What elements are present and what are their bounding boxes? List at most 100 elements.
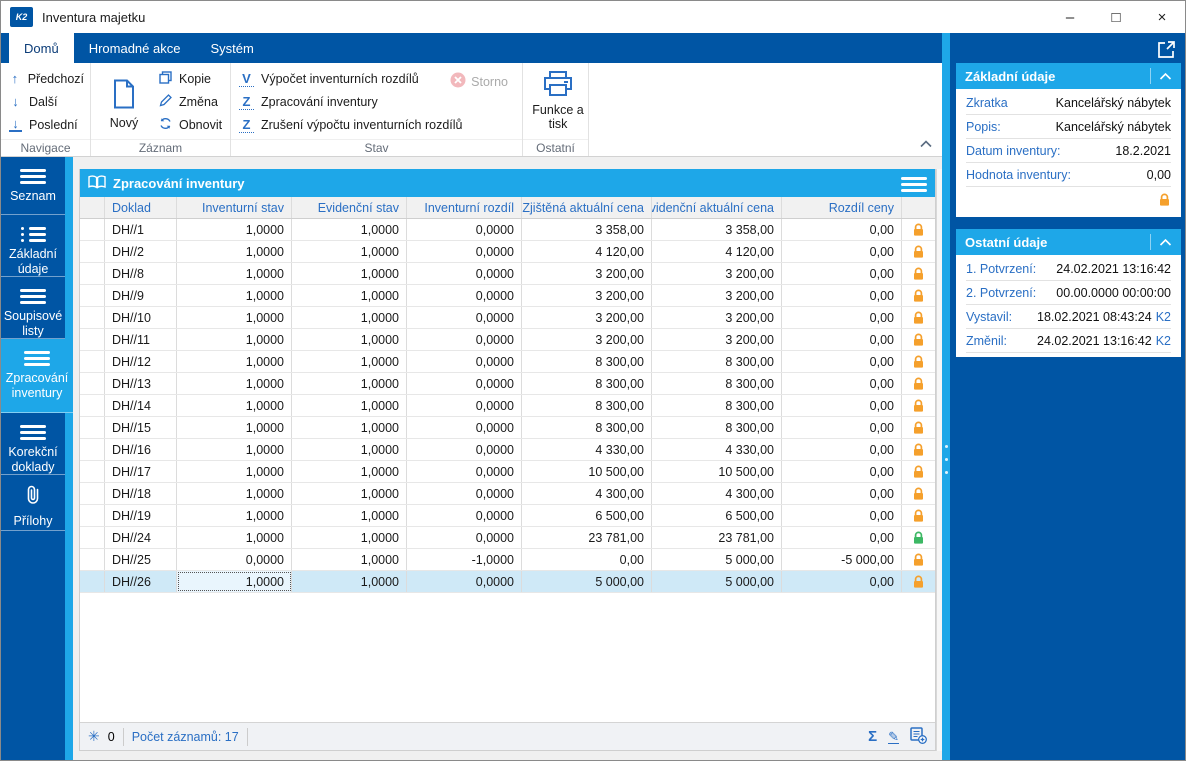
row-selector[interactable] (80, 483, 105, 504)
cell-zjistena-aktualni-cena[interactable]: 4 120,00 (522, 241, 652, 262)
cell-doklad[interactable]: DH//2 (105, 241, 177, 262)
cell-evidencni-aktualni-cena[interactable]: 6 500,00 (652, 505, 782, 526)
field-hodnota-inventury[interactable]: Hodnota inventury:0,00 (966, 163, 1171, 187)
column-header-inventurni-stav[interactable]: Inventurní stav (177, 197, 292, 218)
cell-doklad[interactable]: DH//19 (105, 505, 177, 526)
row-selector[interactable] (80, 241, 105, 262)
section-header[interactable]: Základní údaje (956, 63, 1181, 89)
edit-record-icon[interactable]: ✎ (888, 730, 899, 744)
row-selector[interactable] (80, 285, 105, 306)
refresh-button[interactable]: Obnovit (159, 113, 222, 136)
row-selector[interactable] (80, 351, 105, 372)
cell-inventurni-stav[interactable]: 1,0000 (177, 439, 292, 460)
row-selector[interactable] (80, 527, 105, 548)
table-row[interactable]: DH//250,00001,0000-1,00000,005 000,00-5 … (80, 549, 935, 571)
zruseni-vypoctu-button[interactable]: Z Zrušení výpočtu inventurních rozdílů (239, 113, 516, 136)
cell-inventurni-rozdil[interactable]: 0,0000 (407, 483, 522, 504)
cell-zjistena-aktualni-cena[interactable]: 8 300,00 (522, 351, 652, 372)
cell-evidencni-stav[interactable]: 1,0000 (292, 329, 407, 350)
row-selector[interactable] (80, 571, 105, 592)
cell-doklad[interactable]: DH//14 (105, 395, 177, 416)
cell-inventurni-rozdil[interactable]: 0,0000 (407, 351, 522, 372)
cell-zjistena-aktualni-cena[interactable]: 8 300,00 (522, 417, 652, 438)
cell-evidencni-stav[interactable]: 1,0000 (292, 307, 407, 328)
cell-inventurni-rozdil[interactable]: 0,0000 (407, 241, 522, 262)
cell-evidencni-stav[interactable]: 1,0000 (292, 505, 407, 526)
sidebar-item-prilohy[interactable]: Přílohy (1, 475, 65, 531)
close-button[interactable]: × (1139, 1, 1185, 33)
cell-rozdil-ceny[interactable]: 0,00 (782, 263, 902, 284)
cell-inventurni-stav[interactable]: 1,0000 (177, 307, 292, 328)
cell-evidencni-aktualni-cena[interactable]: 8 300,00 (652, 351, 782, 372)
cell-rozdil-ceny[interactable]: 0,00 (782, 571, 902, 592)
cell-evidencni-aktualni-cena[interactable]: 8 300,00 (652, 373, 782, 394)
next-button[interactable]: ↓ Další (9, 90, 84, 113)
copy-button[interactable]: Kopie (159, 67, 222, 90)
collapse-chevron-icon[interactable] (1150, 234, 1172, 250)
cell-evidencni-aktualni-cena[interactable]: 10 500,00 (652, 461, 782, 482)
field-popis[interactable]: Popis:Kancelářský nábytek (966, 115, 1171, 139)
cell-doklad[interactable]: DH//9 (105, 285, 177, 306)
cell-zjistena-aktualni-cena[interactable]: 3 200,00 (522, 263, 652, 284)
new-button[interactable]: Nový (99, 67, 149, 139)
cell-evidencni-aktualni-cena[interactable]: 8 300,00 (652, 395, 782, 416)
cell-inventurni-stav[interactable]: 1,0000 (177, 263, 292, 284)
cell-evidencni-stav[interactable]: 1,0000 (292, 527, 407, 548)
cell-evidencni-stav[interactable]: 1,0000 (292, 241, 407, 262)
cell-zjistena-aktualni-cena[interactable]: 23 781,00 (522, 527, 652, 548)
cell-inventurni-rozdil[interactable]: 0,0000 (407, 263, 522, 284)
funkce-a-tisk-button[interactable]: Funkce a tisk (531, 67, 585, 131)
cell-doklad[interactable]: DH//24 (105, 527, 177, 548)
cell-rozdil-ceny[interactable]: 0,00 (782, 285, 902, 306)
cell-zjistena-aktualni-cena[interactable]: 4 330,00 (522, 439, 652, 460)
cell-inventurni-stav[interactable]: 1,0000 (177, 329, 292, 350)
cell-evidencni-stav[interactable]: 1,0000 (292, 351, 407, 372)
cell-doklad[interactable]: DH//13 (105, 373, 177, 394)
cell-inventurni-rozdil[interactable]: 0,0000 (407, 571, 522, 592)
last-button[interactable]: ↓ Poslední (9, 113, 84, 136)
edit-button[interactable]: Změna (159, 90, 222, 113)
cell-inventurni-stav[interactable]: 1,0000 (177, 483, 292, 504)
cell-evidencni-aktualni-cena[interactable]: 5 000,00 (652, 571, 782, 592)
cell-inventurni-stav[interactable]: 1,0000 (177, 505, 292, 526)
cell-doklad[interactable]: DH//8 (105, 263, 177, 284)
tab-system[interactable]: Systém (195, 33, 268, 63)
row-selector[interactable] (80, 329, 105, 350)
cell-inventurni-rozdil[interactable]: 0,0000 (407, 417, 522, 438)
row-selector[interactable] (80, 219, 105, 240)
table-row[interactable]: DH//181,00001,00000,00004 300,004 300,00… (80, 483, 935, 505)
cell-doklad[interactable]: DH//11 (105, 329, 177, 350)
cell-zjistena-aktualni-cena[interactable]: 0,00 (522, 549, 652, 570)
cell-zjistena-aktualni-cena[interactable]: 5 000,00 (522, 571, 652, 592)
cell-inventurni-stav[interactable]: 1,0000 (177, 241, 292, 262)
field-zkratka[interactable]: ZkratkaKancelářský nábytek (966, 91, 1171, 115)
row-selector[interactable] (80, 307, 105, 328)
cell-rozdil-ceny[interactable]: 0,00 (782, 307, 902, 328)
cell-rozdil-ceny[interactable]: 0,00 (782, 483, 902, 504)
table-row[interactable]: DH//91,00001,00000,00003 200,003 200,000… (80, 285, 935, 307)
cell-evidencni-aktualni-cena[interactable]: 3 200,00 (652, 285, 782, 306)
zpracovani-inventury-button[interactable]: Z Zpracování inventury (239, 90, 516, 113)
cell-evidencni-aktualni-cena[interactable]: 8 300,00 (652, 417, 782, 438)
cell-inventurni-stav[interactable]: 1,0000 (177, 219, 292, 240)
cell-inventurni-stav[interactable]: 1,0000 (177, 285, 292, 306)
cell-zjistena-aktualni-cena[interactable]: 4 300,00 (522, 483, 652, 504)
row-selector[interactable] (80, 263, 105, 284)
table-row[interactable]: DH//131,00001,00000,00008 300,008 300,00… (80, 373, 935, 395)
column-header-doklad[interactable]: Doklad (105, 197, 177, 218)
cell-evidencni-stav[interactable]: 1,0000 (292, 395, 407, 416)
sidebar-item-korekcni-doklady[interactable]: Korekční doklady (1, 413, 65, 475)
cell-rozdil-ceny[interactable]: 0,00 (782, 241, 902, 262)
table-row[interactable]: DH//191,00001,00000,00006 500,006 500,00… (80, 505, 935, 527)
field-vystavil[interactable]: Vystavil:18.02.2021 08:43:24K2 (966, 305, 1171, 329)
sidebar-item-zpracovani-inventury[interactable]: Zpracování inventury (1, 339, 73, 413)
cell-rozdil-ceny[interactable]: 0,00 (782, 219, 902, 240)
table-row[interactable]: DH//81,00001,00000,00003 200,003 200,000… (80, 263, 935, 285)
maximize-button[interactable]: □ (1093, 1, 1139, 33)
cell-inventurni-rozdil[interactable]: 0,0000 (407, 285, 522, 306)
cell-zjistena-aktualni-cena[interactable]: 8 300,00 (522, 395, 652, 416)
cell-doklad[interactable]: DH//1 (105, 219, 177, 240)
cell-evidencni-stav[interactable]: 1,0000 (292, 571, 407, 592)
table-row[interactable]: DH//101,00001,00000,00003 200,003 200,00… (80, 307, 935, 329)
tab-domu[interactable]: Domů (9, 33, 74, 63)
